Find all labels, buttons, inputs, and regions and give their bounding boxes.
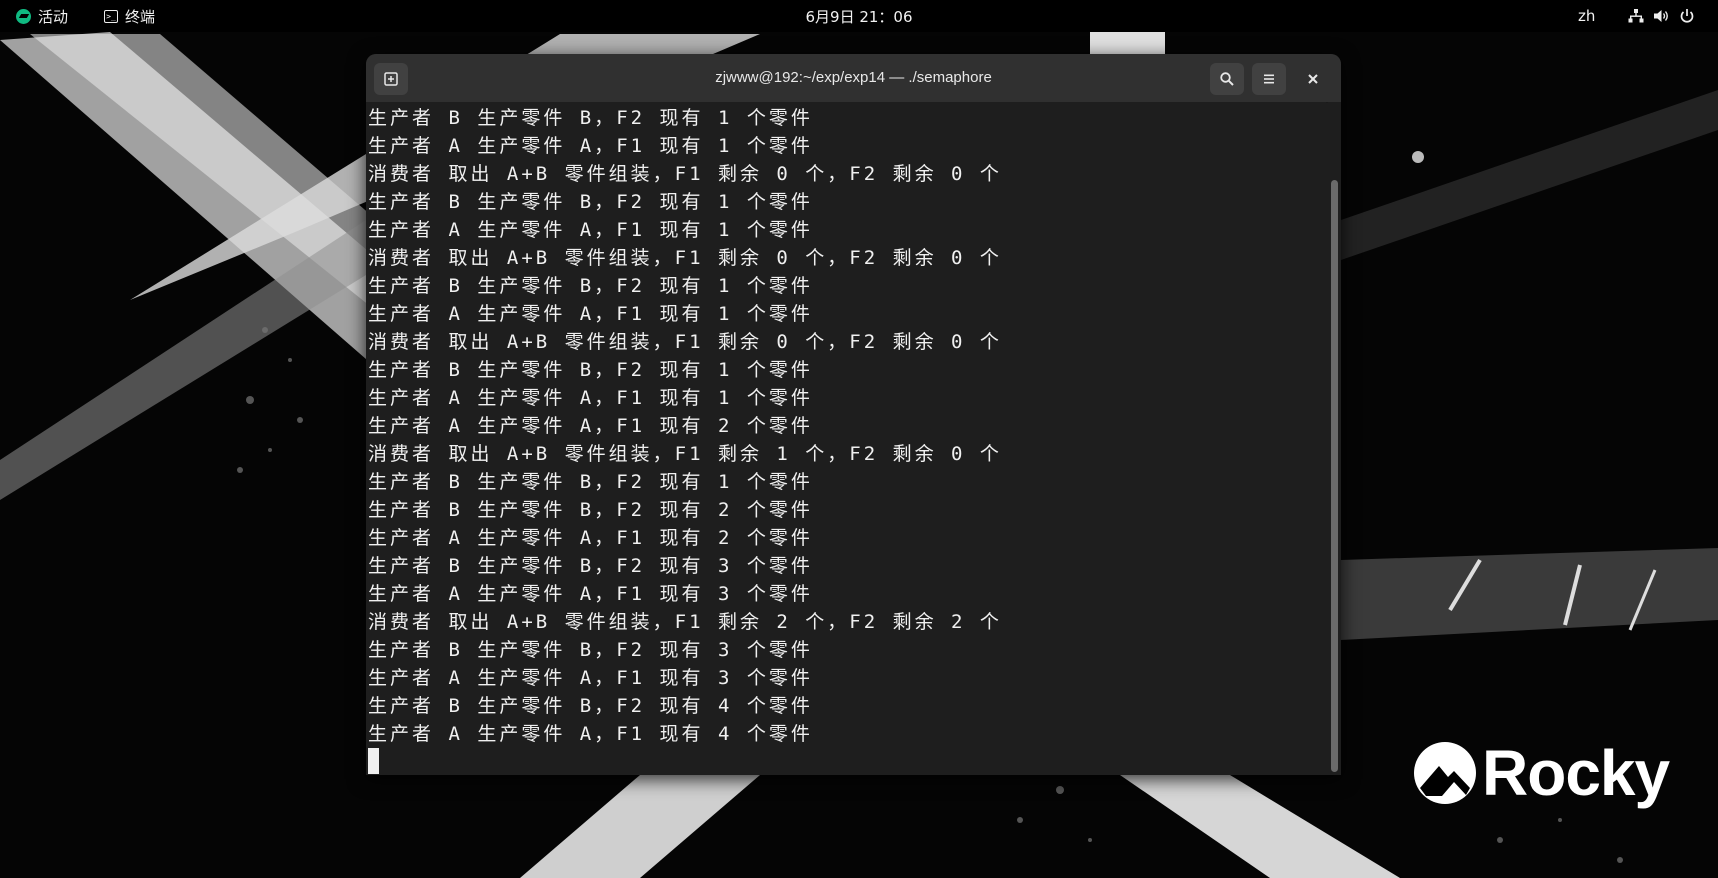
scrollbar-thumb[interactable] xyxy=(1331,180,1338,772)
terminal-line: 生产者 A 生产零件 A，F1 现有 3 个零件 xyxy=(368,667,813,689)
terminal-icon: >_ xyxy=(104,9,118,23)
terminal-line: 消费者 取出 A+B 零件组装，F1 剩余 0 个，F2 剩余 0 个 xyxy=(368,163,1002,185)
input-method-button[interactable]: zh xyxy=(1578,0,1595,32)
system-menu-button[interactable] xyxy=(1628,0,1695,32)
main-menu-button[interactable] xyxy=(1252,63,1286,95)
terminal-cursor xyxy=(368,748,379,774)
hamburger-menu-icon xyxy=(1264,74,1274,84)
terminal-line: 生产者 B 生产零件 B，F2 现有 1 个零件 xyxy=(368,191,813,213)
terminal-line: 生产者 A 生产零件 A，F1 现有 3 个零件 xyxy=(368,583,813,605)
terminal-line: 生产者 A 生产零件 A，F1 现有 2 个零件 xyxy=(368,527,813,549)
terminal-line: 生产者 B 生产零件 B，F2 现有 1 个零件 xyxy=(368,107,813,129)
search-button[interactable] xyxy=(1210,63,1244,95)
terminal-line: 生产者 B 生产零件 B，F2 现有 2 个零件 xyxy=(368,499,813,521)
window-title: zjwww@192:~/exp/exp14 — ./semaphore xyxy=(366,54,1341,102)
clock-label: 6月9日 21：06 xyxy=(805,7,913,26)
top-bar: 活动 >_ 终端 6月9日 21：06 zh xyxy=(0,0,1718,32)
terminal-line: 生产者 B 生产零件 B，F2 现有 4 个零件 xyxy=(368,695,813,717)
volume-icon xyxy=(1654,10,1668,22)
terminal-line: 消费者 取出 A+B 零件组装，F1 剩余 1 个，F2 剩余 0 个 xyxy=(368,443,1002,465)
terminal-line: 生产者 A 生产零件 A，F1 现有 1 个零件 xyxy=(368,219,813,241)
rocky-logo-text: Rocky xyxy=(1482,737,1670,809)
rocky-logo-icon xyxy=(16,8,31,24)
activities-button[interactable]: 活动 xyxy=(16,0,68,32)
app-name-label: 终端 xyxy=(125,7,156,26)
close-icon xyxy=(1308,74,1318,84)
terminal-line: 生产者 B 生产零件 B，F2 现有 1 个零件 xyxy=(368,471,813,493)
app-menu-button[interactable]: >_ 终端 xyxy=(104,0,155,32)
rocky-logo-icon xyxy=(1414,742,1476,804)
language-label: zh xyxy=(1578,7,1596,25)
terminal-line: 生产者 A 生产零件 A，F1 现有 4 个零件 xyxy=(368,723,813,745)
search-icon xyxy=(1220,72,1234,86)
new-tab-icon xyxy=(384,72,398,86)
window-title-text: zjwww@192:~/exp/exp14 — ./semaphore xyxy=(715,69,992,86)
network-icon xyxy=(1628,9,1644,23)
activities-label: 活动 xyxy=(38,7,69,26)
terminal-line: 生产者 B 生产零件 B，F2 现有 3 个零件 xyxy=(368,555,813,577)
terminal-output[interactable]: 生产者 B 生产零件 B，F2 现有 1 个零件 生产者 A 生产零件 A，F1 … xyxy=(366,102,1326,775)
window-headerbar[interactable]: zjwww@192:~/exp/exp14 — ./semaphore xyxy=(366,54,1341,103)
terminal-line: 生产者 B 生产零件 B，F2 现有 1 个零件 xyxy=(368,359,813,381)
terminal-line: 消费者 取出 A+B 零件组装，F1 剩余 0 个，F2 剩余 0 个 xyxy=(368,247,1002,269)
terminal-window[interactable]: zjwww@192:~/exp/exp14 — ./semaphore 生产者 … xyxy=(366,54,1341,775)
clock-button[interactable]: 6月9日 21：06 xyxy=(0,0,1718,32)
terminal-line: 生产者 A 生产零件 A，F1 现有 2 个零件 xyxy=(368,415,813,437)
terminal-line: 生产者 A 生产零件 A，F1 现有 1 个零件 xyxy=(368,387,813,409)
rocky-desktop-logo: Rocky xyxy=(1412,736,1670,810)
terminal-line: 生产者 B 生产零件 B，F2 现有 3 个零件 xyxy=(368,639,813,661)
new-tab-button[interactable] xyxy=(374,63,408,95)
terminal-line: 生产者 B 生产零件 B，F2 现有 1 个零件 xyxy=(368,275,813,297)
terminal-line: 生产者 A 生产零件 A，F1 现有 1 个零件 xyxy=(368,135,813,157)
close-button[interactable] xyxy=(1296,63,1330,95)
terminal-line: 生产者 A 生产零件 A，F1 现有 1 个零件 xyxy=(368,303,813,325)
terminal-line: 消费者 取出 A+B 零件组装，F1 剩余 2 个，F2 剩余 2 个 xyxy=(368,611,1002,633)
power-icon xyxy=(1680,9,1694,23)
terminal-line: 消费者 取出 A+B 零件组装，F1 剩余 0 个，F2 剩余 0 个 xyxy=(368,331,1002,353)
terminal-lines: 生产者 B 生产零件 B，F2 现有 1 个零件 生产者 A 生产零件 A，F1 … xyxy=(368,104,1002,748)
